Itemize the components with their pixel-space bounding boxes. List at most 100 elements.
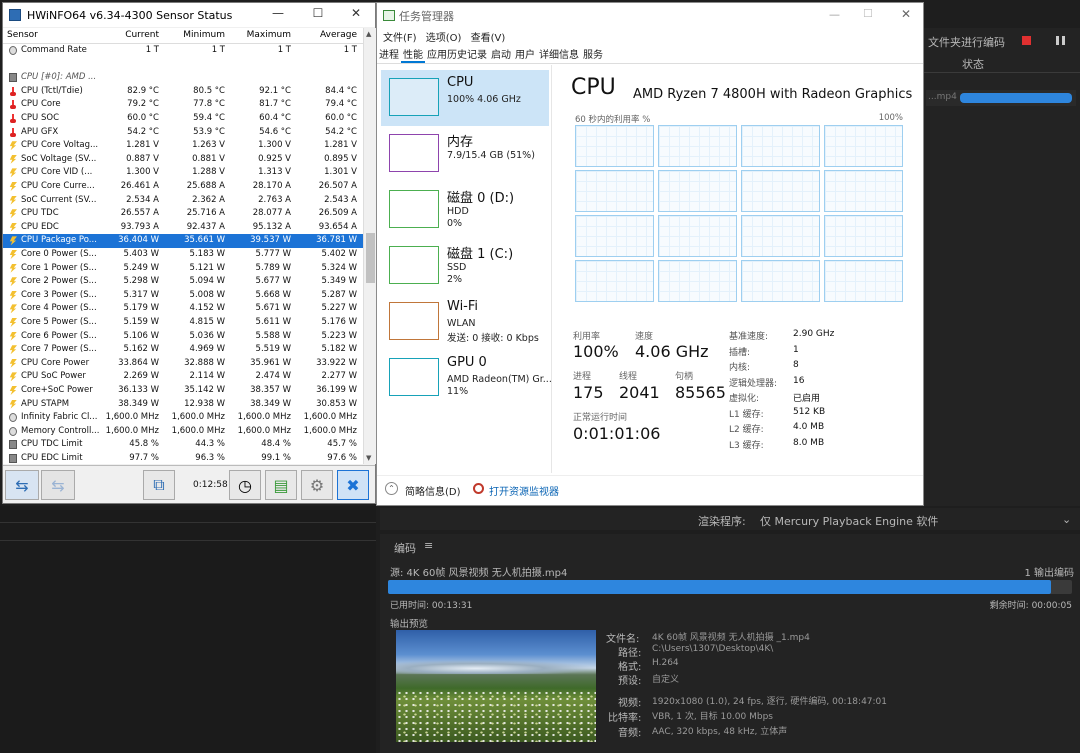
sensor-group-row[interactable]: CPU [#0]: AMD ... [3, 71, 363, 85]
navigate-right-icon[interactable]: ⇆ [41, 470, 75, 500]
sidebar-thumbnail-graph [389, 358, 439, 396]
sidebar-item[interactable]: 磁盘 1 (C:) SSD 2% [381, 238, 549, 294]
sensor-row[interactable]: CPU SOC 60.0 °C 59.4 °C 60.4 °C 60.0 °C [3, 112, 363, 126]
sidebar-item[interactable]: Wi-Fi WLAN 发送: 0 接收: 0 Kbps [381, 294, 549, 350]
maximize-icon[interactable]: ☐ [301, 6, 335, 20]
sensor-row[interactable]: CPU SoC Power 2.269 W 2.114 W 2.474 W 2.277 … [3, 370, 363, 384]
sensor-row[interactable]: Core 0 Power (S... 5.403 W 5.183 W 5.777 W 5… [3, 248, 363, 262]
taskmgr-titlebar[interactable]: 任务管理器 — ☐ ✕ [377, 3, 923, 29]
panel-menu-icon[interactable]: ≡ [424, 539, 433, 552]
sensor-minimum: 1,600.0 MHz [171, 412, 225, 423]
fewer-details-link[interactable]: 简略信息(D) [405, 483, 461, 498]
output-preview-label[interactable]: 输出预览 [390, 616, 428, 630]
scrollbar-thumb[interactable] [366, 233, 375, 283]
sensor-maximum: 0.925 V [258, 153, 291, 164]
sidebar-item[interactable]: 内存 7.9/15.4 GB (51%) [381, 126, 549, 182]
menu-options[interactable]: 选项(O) [426, 33, 462, 44]
column-header-maximum[interactable]: Maximum [247, 30, 291, 40]
sensor-name: CPU SoC Power [21, 371, 86, 382]
sensor-row[interactable]: CPU Package Po... 36.404 W 35.661 W 39.537 … [3, 234, 363, 248]
sensor-row[interactable]: CPU (Tctl/Tdie) 82.9 °C 80.5 °C 92.1 °C 84.4… [3, 85, 363, 99]
sensor-scrollbar[interactable]: ▲ ▼ [363, 28, 376, 464]
maximize-icon[interactable]: ☐ [863, 7, 873, 20]
sensor-row[interactable]: Infinity Fabric Cl... 1,600.0 MHz 1,600.0 … [3, 411, 363, 425]
column-header-sensor[interactable]: Sensor [7, 30, 38, 40]
minimize-icon[interactable]: — [261, 6, 295, 20]
column-header-average[interactable]: Average [320, 30, 357, 40]
sensor-row[interactable]: CPU EDC 93.793 A 92.437 A 95.132 A 93.654 A [3, 221, 363, 235]
core-usage-graph [658, 260, 737, 302]
close-sensors-icon[interactable]: ✖ [337, 470, 369, 500]
report-icon[interactable]: ▤ [265, 470, 297, 500]
sidebar-item[interactable]: GPU 0 AMD Radeon(TM) Gr... 11% [381, 350, 552, 406]
sensor-row[interactable]: CPU TDC Limit 45.8 % 44.3 % 48.4 % 45.7 % [3, 438, 363, 452]
sensor-maximum: 38.349 W [250, 398, 291, 409]
clock-icon[interactable]: ◷ [229, 470, 261, 500]
column-header-minimum[interactable]: Minimum [183, 30, 225, 40]
renderer-select[interactable]: 仅 Mercury Playback Engine 软件 [760, 513, 938, 529]
menu-view[interactable]: 查看(V) [471, 33, 506, 44]
sensor-row[interactable]: Command Rate 1 T 1 T 1 T 1 T [3, 44, 363, 58]
tab-users[interactable]: 用户 [513, 50, 537, 61]
sensor-row[interactable]: CPU Core Voltag... 1.281 V 1.263 V 1.300 V 1… [3, 139, 363, 153]
core-usage-graph [741, 215, 820, 257]
chevron-down-icon[interactable]: ⌄ [1062, 513, 1071, 526]
minimize-icon[interactable]: — [829, 8, 840, 21]
sensor-row[interactable]: Core 3 Power (S... 5.317 W 5.008 W 5.668 W 5… [3, 289, 363, 303]
sensor-name: CPU Core [21, 99, 61, 110]
tab-processes[interactable]: 进程 [377, 50, 401, 61]
column-header-current[interactable]: Current [125, 30, 159, 40]
sensor-row[interactable]: Core+SoC Power 36.133 W 35.142 W 38.357 W 36… [3, 384, 363, 398]
scroll-down-icon[interactable]: ▼ [366, 454, 371, 462]
tab-details[interactable]: 详细信息 [537, 50, 581, 61]
navigate-left-icon[interactable]: ⇆ [5, 470, 39, 500]
sensor-row[interactable]: Core 7 Power (S... 5.162 W 4.969 W 5.519 W 5… [3, 343, 363, 357]
tab-services[interactable]: 服务 [581, 50, 605, 61]
close-icon[interactable]: ✕ [339, 6, 373, 20]
hwinfo-titlebar[interactable]: HWiNFO64 v6.34-4300 Sensor Status — ☐ ✕ [3, 3, 375, 27]
sensor-row[interactable]: Core 1 Power (S... 5.249 W 5.121 W 5.789 W 5… [3, 262, 363, 276]
sensor-average: 1.281 V [324, 140, 357, 151]
speed-label: 速度 [635, 332, 654, 342]
sensor-row[interactable]: Memory Controll... 1,600.0 MHz 1,600.0 MHz… [3, 425, 363, 439]
sensor-row[interactable]: SoC Voltage (SV... 0.887 V 0.881 V 0.925 V 0… [3, 153, 363, 167]
sensor-row[interactable]: APU STAPM 38.349 W 12.938 W 38.349 W 30.853 … [3, 398, 363, 412]
tab-app-history[interactable]: 应用历史记录 [425, 50, 489, 61]
sensor-row[interactable]: APU GFX 54.2 °C 53.9 °C 54.6 °C 54.2 °C [3, 126, 363, 140]
sensor-row[interactable]: Core 6 Power (S... 5.106 W 5.036 W 5.588 W 5… [3, 330, 363, 344]
pause-icon[interactable] [1056, 36, 1065, 45]
sensor-maximum: 99.1 % [261, 453, 291, 463]
sensor-current: 54.2 °C [127, 126, 159, 137]
sensor-row[interactable]: CPU Core VID (... 1.300 V 1.288 V 1.313 V 1.… [3, 166, 363, 180]
sensor-current: 97.7 % [129, 453, 159, 463]
open-resource-monitor-link[interactable]: 打开资源监视器 [489, 483, 559, 498]
sensor-row[interactable]: CPU Core 79.2 °C 77.8 °C 81.7 °C 79.4 °C [3, 98, 363, 112]
queue-item[interactable]: ...mp4 [926, 90, 1076, 106]
network-icon[interactable]: ⧉ [143, 470, 175, 500]
sensor-row[interactable]: SoC Current (SV... 2.534 A 2.362 A 2.763 A 2… [3, 194, 363, 208]
sensor-row[interactable]: CPU TDC 26.557 A 25.716 A 28.077 A 26.509 A [3, 207, 363, 221]
sensor-maximum: 1.300 V [258, 140, 291, 151]
sidebar-item[interactable]: 磁盘 0 (D:) HDD 0% [381, 182, 549, 238]
close-icon[interactable]: ✕ [901, 7, 911, 21]
sensor-name: APU STAPM [21, 398, 70, 409]
sensor-row[interactable]: Core 4 Power (S... 5.179 W 4.152 W 5.671 W 5… [3, 302, 363, 316]
sensor-row[interactable]: CPU Core Power 33.864 W 32.888 W 35.961 W 33… [3, 357, 363, 371]
sensor-current: 2.269 W [123, 371, 159, 382]
stop-icon[interactable] [1022, 36, 1031, 45]
scroll-up-icon[interactable]: ▲ [366, 30, 371, 38]
sensor-row[interactable]: CPU Core Curre... 26.461 A 25.688 A 28.170 … [3, 180, 363, 194]
spec-value: 2.90 GHz [793, 329, 835, 339]
tab-performance[interactable]: 性能 [401, 50, 425, 63]
menu-file[interactable]: 文件(F) [383, 33, 417, 44]
sensor-current: 5.162 W [123, 344, 159, 355]
sensor-row[interactable]: CPU EDC Limit 97.7 % 96.3 % 99.1 % 97.6 % [3, 452, 363, 464]
sensor-row[interactable]: Core 2 Power (S... 5.298 W 5.094 W 5.677 W 5… [3, 275, 363, 289]
tab-startup[interactable]: 启动 [489, 50, 513, 61]
sensor-row[interactable]: Core 5 Power (S... 5.159 W 4.815 W 5.611 W 5… [3, 316, 363, 330]
sidebar-item[interactable]: CPU 100% 4.06 GHz [381, 70, 549, 126]
settings-gear-icon[interactable]: ⚙ [301, 470, 333, 500]
sensor-average: 5.176 W [321, 317, 357, 327]
spec-label: 虚拟化: [729, 394, 760, 404]
chevron-up-icon[interactable]: ⌃ [385, 482, 398, 495]
